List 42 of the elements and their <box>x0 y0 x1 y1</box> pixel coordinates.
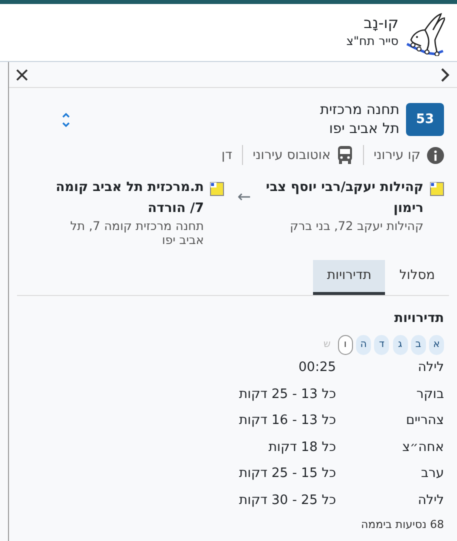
arrow-icon: ← <box>237 184 251 210</box>
day-chip[interactable]: ד <box>374 334 390 355</box>
line-city: תל אביב יפו <box>328 120 400 139</box>
frequency-value: כל 13 - 16 דקות <box>238 412 336 430</box>
info-label: דן <box>222 146 232 165</box>
period-label: לילה <box>416 492 444 510</box>
close-button[interactable] <box>15 68 29 82</box>
stop-name: קהילות יעקב/רבי יוסף צבי רימון <box>264 179 424 218</box>
stop-name: ת.מרכזית תל אביב קומה 7/ הורדה <box>54 179 204 218</box>
line-number-badge: 53 <box>406 103 444 136</box>
day-chip[interactable]: ג <box>392 334 408 355</box>
frequency-value: כל 18 דקות <box>268 438 336 457</box>
day-chip[interactable]: א <box>429 334 444 355</box>
frequency-value: 00:25 <box>298 359 336 378</box>
bus-stop-icon <box>210 182 224 196</box>
info-label: אוטובוס עירוני <box>252 146 331 165</box>
app-subtitle: סייר תח"צ <box>346 32 398 50</box>
day-chip[interactable]: ה <box>356 334 371 355</box>
period-label: ערב <box>420 465 444 484</box>
bus-icon <box>337 146 354 164</box>
app-name: קו-נָב <box>362 15 398 32</box>
tab[interactable]: תדירויות <box>312 260 386 295</box>
section-title: תדירויות <box>393 310 444 328</box>
stop-address: קהילות יעקב 72, בני ברק <box>288 220 424 234</box>
stop-address: תחנה מרכזית קומה 7, תל אביב יפו <box>69 220 204 248</box>
bus-stop-icon <box>430 182 444 196</box>
frequency-value: כל 13 - 25 דקות <box>238 386 336 404</box>
trips-per-day: 68 נסיעות ביממה <box>22 516 444 534</box>
day-chip[interactable]: ב <box>410 334 426 355</box>
expand-toggle-icon[interactable] <box>61 110 71 129</box>
period-label: צהריים <box>405 412 444 430</box>
info-label: קו עירוני <box>374 146 420 165</box>
period-label: אחה״צ <box>401 438 444 457</box>
period-label: בוקר <box>415 386 444 404</box>
info-icon <box>427 146 444 164</box>
day-chip[interactable]: ו <box>338 334 353 355</box>
frequency-value: כל 25 - 30 דקות <box>238 492 336 510</box>
tab[interactable]: מסלול <box>385 260 449 295</box>
period-label: לילה <box>416 359 444 378</box>
line-origin: תחנה מרכזית <box>320 101 400 120</box>
frequency-value: כל 15 - 25 דקות <box>238 465 336 484</box>
back-button[interactable] <box>439 66 451 82</box>
